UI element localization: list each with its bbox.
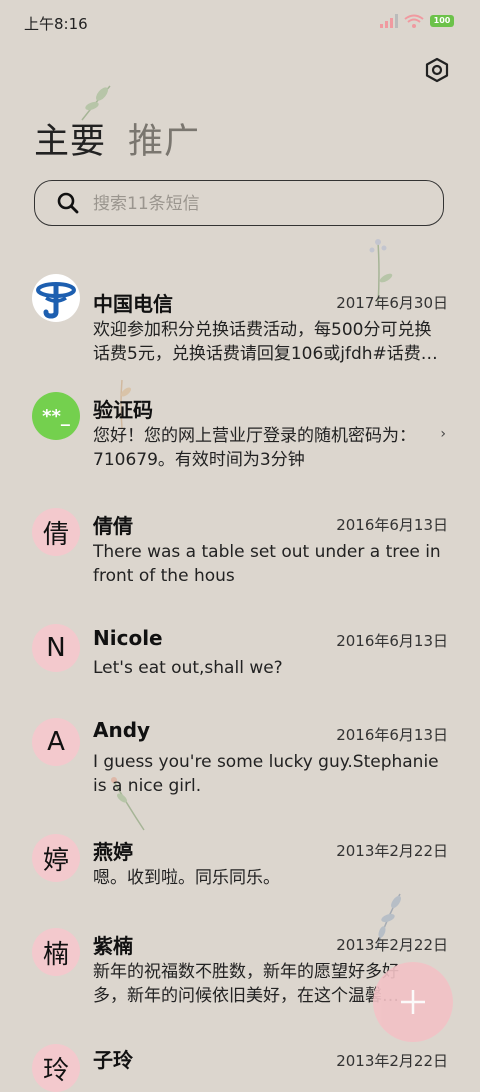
message-preview: Let's eat out,shall we? <box>93 658 283 678</box>
message-date: 2013年2月22日 <box>336 842 448 860</box>
message-date: 2013年2月22日 <box>336 936 448 954</box>
message-preview: 新年的祝福数不胜数，新年的愿望好多好多，新年的问候依旧美好，在这个温馨的节日 <box>93 962 399 1006</box>
settings-icon[interactable] <box>424 57 450 83</box>
wifi-icon <box>404 14 424 28</box>
search-bar[interactable] <box>34 180 444 226</box>
sender-name: Nicole <box>93 626 163 650</box>
sender-name: 验证码 <box>93 398 153 422</box>
message-item-china-telecom[interactable]: 中国电信 2017年6月30日 欢迎参加积分兑换话费活动，每500分可兑换话费5… <box>0 272 480 372</box>
sender-name: 燕婷 <box>93 840 133 864</box>
search-input[interactable] <box>91 191 425 217</box>
new-message-button[interactable] <box>373 962 453 1042</box>
tab-bar: 主要 推广 <box>34 113 200 164</box>
message-preview: 嗯。收到啦。同乐同乐。 <box>93 868 280 888</box>
avatar: 楠 <box>32 928 80 976</box>
avatar: **_ <box>32 392 80 440</box>
status-time: 上午8:16 <box>24 15 88 33</box>
message-date: 2017年6月30日 <box>336 294 448 312</box>
avatar: 婷 <box>32 834 80 882</box>
message-item-andy[interactable]: A Andy 2016年6月13日 I guess you're some lu… <box>0 716 480 816</box>
tab-promotions[interactable]: 推广 <box>128 113 200 164</box>
signal-icon <box>380 14 398 28</box>
sender-name: Andy <box>93 718 151 742</box>
avatar: N <box>32 624 80 672</box>
status-icons: 100 <box>380 14 454 28</box>
plus-icon <box>401 990 425 1014</box>
message-item-yanting[interactable]: 婷 燕婷 2013年2月22日 嗯。收到啦。同乐同乐。 <box>0 832 480 912</box>
sender-name: 中国电信 <box>93 292 173 316</box>
message-preview: I guess you're some lucky guy.Stephanie … <box>93 752 439 796</box>
search-icon <box>57 192 79 214</box>
avatar: A <box>32 718 80 766</box>
message-date: 2013年2月22日 <box>336 1052 448 1070</box>
tab-primary[interactable]: 主要 <box>34 113 106 164</box>
chevron-right-icon: › <box>440 426 446 442</box>
china-telecom-logo-icon <box>36 282 76 319</box>
battery-indicator: 100 <box>430 15 454 27</box>
sender-name: 紫楠 <box>93 934 133 958</box>
message-item-qianqian[interactable]: 倩 倩倩 2016年6月13日 There was a table set ou… <box>0 506 480 606</box>
message-preview: 欢迎参加积分兑换话费活动，每500分可兑换话费5元，兑换话费请回复106或jfd… <box>93 320 438 364</box>
message-item-verification[interactable]: **_ 验证码 您好！您的网上营业厅登录的随机密码为：710679。有效时间为3… <box>0 390 480 490</box>
message-preview: 您好！您的网上营业厅登录的随机密码为：710679。有效时间为3分钟 <box>93 426 416 470</box>
sender-name: 子玲 <box>93 1048 133 1072</box>
message-date: 2016年6月13日 <box>336 516 448 534</box>
sender-name: 倩倩 <box>93 514 133 538</box>
avatar: 玲 <box>32 1044 80 1092</box>
message-item-nicole[interactable]: N Nicole 2016年6月13日 Let's eat out,shall … <box>0 622 480 702</box>
message-date: 2016年6月13日 <box>336 632 448 650</box>
status-bar: 上午8:16 100 <box>0 0 480 46</box>
avatar <box>32 274 80 322</box>
message-date: 2016年6月13日 <box>336 726 448 744</box>
message-preview: There was a table set out under a tree i… <box>93 542 441 586</box>
message-item-ziling[interactable]: 玲 子玲 2013年2月22日 <box>0 1042 480 1092</box>
avatar: 倩 <box>32 508 80 556</box>
